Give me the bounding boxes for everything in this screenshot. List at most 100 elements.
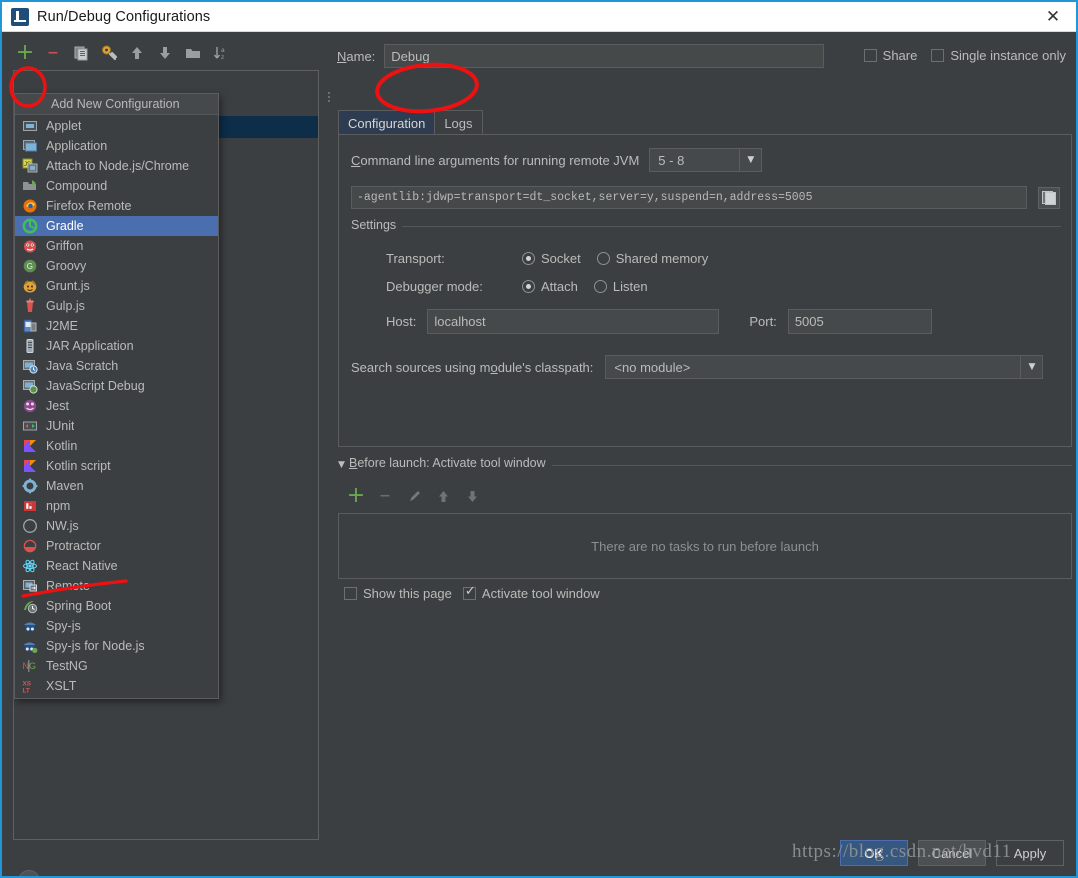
jvm-version-select[interactable]: 5 - 8 ▼ xyxy=(649,148,763,172)
popup-item-label: Grunt.js xyxy=(46,279,90,293)
sort-alphabetically-button[interactable]: a z xyxy=(208,41,234,65)
xslt-icon: XSLT xyxy=(22,678,38,695)
gradle-icon xyxy=(22,218,38,234)
name-input[interactable] xyxy=(384,44,825,68)
apply-button[interactable]: Apply xyxy=(996,840,1064,866)
java-scratch-icon xyxy=(22,358,38,374)
move-task-down-button[interactable] xyxy=(459,484,485,508)
jvm-args-row: Command line arguments for running remot… xyxy=(351,148,763,172)
cancel-button[interactable]: Cancel xyxy=(918,840,986,866)
search-sources-select[interactable]: <no module> ▼ xyxy=(605,355,1044,379)
popup-item-spring-boot[interactable]: Spring Boot xyxy=(15,596,218,616)
popup-item-gradle[interactable]: Gradle xyxy=(15,216,218,236)
show-this-page-checkbox[interactable]: Show this page xyxy=(344,586,452,601)
debugger-mode-attach-radio[interactable]: Attach xyxy=(522,279,578,294)
popup-item-label: Spy-js xyxy=(46,619,81,633)
arrow-down-icon xyxy=(467,490,477,502)
popup-item-label: Kotlin script xyxy=(46,459,111,473)
move-up-button[interactable] xyxy=(124,41,150,65)
share-label: Share xyxy=(882,48,918,63)
transport-shared-memory-radio[interactable]: Shared memory xyxy=(596,251,708,266)
popup-item-java-scratch[interactable]: Java Scratch xyxy=(15,356,218,376)
tab-configuration[interactable]: Configuration xyxy=(338,110,436,135)
jvm-version-value: 5 - 8 xyxy=(658,152,685,168)
search-sources-value: <no module> xyxy=(614,359,691,375)
copy-to-clipboard-button[interactable] xyxy=(1038,186,1060,209)
popup-item-firefox-remote[interactable]: Firefox Remote xyxy=(15,196,218,216)
tasks-empty-text: There are no tasks to run before launch xyxy=(591,538,819,554)
popup-item-junit[interactable]: JUnit xyxy=(15,416,218,436)
popup-item-npm[interactable]: npm xyxy=(15,496,218,516)
popup-item-spy-js-for-node-js[interactable]: Spy-js for Node.js xyxy=(15,636,218,656)
svg-text:LT: LT xyxy=(23,688,30,695)
search-sources-label: Search sources using module's classpath: xyxy=(351,359,594,375)
popup-item-label: Gradle xyxy=(46,219,84,233)
popup-item-gulp-js[interactable]: Gulp.js xyxy=(15,296,218,316)
name-label: Name: xyxy=(337,48,376,64)
popup-item-javascript-debug[interactable]: JavaScript Debug xyxy=(15,376,218,396)
remove-task-button[interactable]: – xyxy=(372,484,398,508)
popup-item-kotlin[interactable]: Kotlin xyxy=(15,436,218,456)
checkbox-box xyxy=(863,49,877,62)
bottom-checkboxes: Show this page Activate tool window xyxy=(344,584,600,601)
groovy-icon: G xyxy=(22,258,38,274)
port-input[interactable] xyxy=(787,309,932,334)
minus-icon: – xyxy=(379,483,391,508)
window-title: Run/Debug Configurations xyxy=(37,8,211,25)
svg-text:G: G xyxy=(29,661,36,671)
popup-item-applet[interactable]: Applet xyxy=(15,116,218,136)
tab-logs[interactable]: Logs xyxy=(434,110,483,135)
popup-item-protractor[interactable]: Protractor xyxy=(15,536,218,556)
popup-item-jest[interactable]: Jest xyxy=(15,396,218,416)
host-port-row: Host: Port: xyxy=(386,309,932,334)
activate-tool-window-checkbox[interactable]: Activate tool window xyxy=(462,584,600,601)
command-line-input[interactable] xyxy=(351,186,1027,209)
popup-item-testng[interactable]: N G TestNG xyxy=(15,656,218,676)
popup-item-groovy[interactable]: G Groovy xyxy=(15,256,218,276)
move-down-button[interactable] xyxy=(152,41,178,65)
svg-text:z: z xyxy=(221,54,224,61)
popup-item-grunt-js[interactable]: Grunt.js xyxy=(15,276,218,296)
remove-configuration-button[interactable]: – xyxy=(40,41,66,65)
move-task-up-button[interactable] xyxy=(430,484,456,508)
add-task-button[interactable]: + xyxy=(343,484,369,508)
popup-item-spy-js[interactable]: Spy-js xyxy=(15,616,218,636)
popup-item-label: Maven xyxy=(46,479,84,493)
popup-item-nw-js[interactable]: NW.js xyxy=(15,516,218,536)
junit-icon xyxy=(22,418,38,434)
popup-item-label: Spy-js for Node.js xyxy=(46,639,145,653)
application-icon xyxy=(22,138,38,154)
share-checkbox[interactable]: Share xyxy=(863,48,918,63)
copy-configuration-button[interactable] xyxy=(68,41,94,65)
popup-item-xslt[interactable]: XS LT XSLT xyxy=(15,676,218,696)
add-configuration-button[interactable]: + xyxy=(12,41,38,65)
pane-splitter-handle[interactable] xyxy=(325,90,332,104)
popup-item-attach-to-node-js-chrome[interactable]: JS Attach to Node.js/Chrome xyxy=(15,156,218,176)
popup-item-compound[interactable]: Compound xyxy=(15,176,218,196)
transport-socket-radio[interactable]: Socket xyxy=(522,251,581,266)
single-instance-only-checkbox[interactable]: Single instance only xyxy=(931,48,1066,63)
new-folder-button[interactable] xyxy=(180,41,206,65)
close-icon[interactable]: ✕ xyxy=(1030,2,1076,31)
popup-item-remote[interactable]: Remote xyxy=(15,576,218,596)
popup-item-j2me[interactable]: J2ME xyxy=(15,316,218,336)
edit-task-button[interactable] xyxy=(401,484,427,508)
popup-item-application[interactable]: Application xyxy=(15,136,218,156)
ok-button[interactable]: OK xyxy=(840,840,908,866)
popup-item-maven[interactable]: Maven xyxy=(15,476,218,496)
arrow-down-icon xyxy=(160,47,170,59)
svg-text:G: G xyxy=(27,262,33,271)
help-button[interactable]: ? xyxy=(18,870,40,876)
transport-socket-label: Socket xyxy=(541,251,581,266)
popup-item-kotlin-script[interactable]: Kotlin script xyxy=(15,456,218,476)
popup-item-griffon[interactable]: Griffon xyxy=(15,236,218,256)
popup-item-jar-application[interactable]: JAR Application xyxy=(15,336,218,356)
jar-icon xyxy=(22,338,38,354)
host-input[interactable] xyxy=(427,309,720,334)
popup-item-react-native[interactable]: React Native xyxy=(15,556,218,576)
edit-templates-button[interactable] xyxy=(96,41,122,65)
collapse-triangle-icon[interactable]: ▼ xyxy=(338,460,345,470)
debugger-mode-listen-label: Listen xyxy=(612,279,648,294)
before-launch-tasks-list[interactable]: There are no tasks to run before launch xyxy=(338,513,1072,579)
debugger-mode-listen-radio[interactable]: Listen xyxy=(593,279,648,294)
